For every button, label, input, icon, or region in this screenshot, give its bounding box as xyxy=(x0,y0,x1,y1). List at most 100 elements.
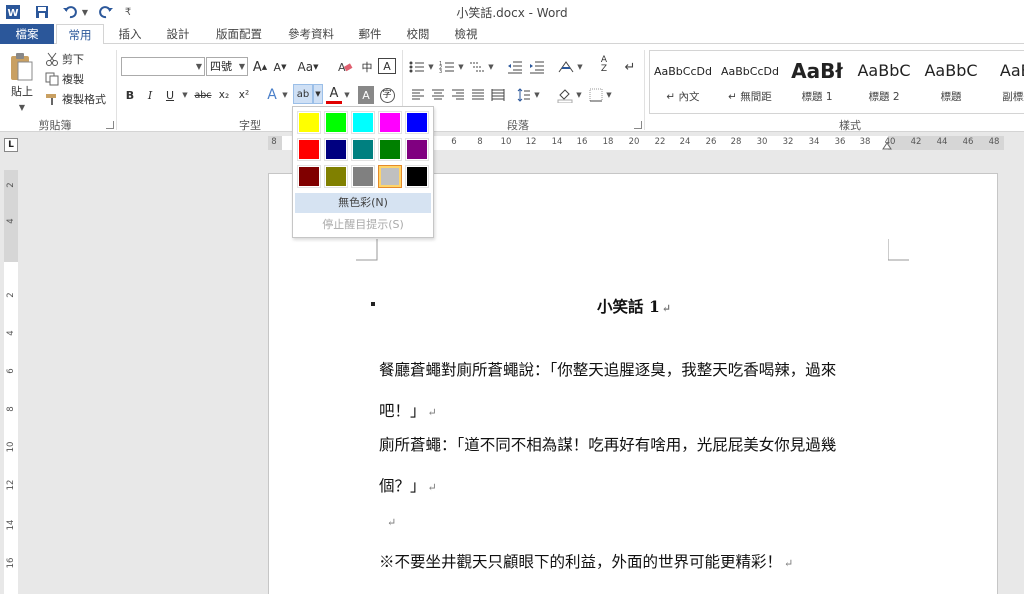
style-subtitle[interactable]: AaBl 副標題 xyxy=(985,51,1024,113)
tab-home[interactable]: 常用 xyxy=(56,24,104,45)
increase-indent-icon[interactable] xyxy=(528,58,546,76)
font-size-field[interactable]: 四號 ▼ xyxy=(206,57,248,76)
paragraph-launcher-icon[interactable] xyxy=(634,121,642,129)
font-size-dropdown-icon[interactable]: ▼ xyxy=(239,58,245,75)
align-center-icon[interactable] xyxy=(430,86,446,104)
borders-dropdown-icon[interactable]: ▼ xyxy=(605,86,613,104)
document-line[interactable]: 廁所蒼蠅：「道不同不相為謀！吃再好有啥用，光屁屁美女你見過幾 xyxy=(379,433,836,455)
clipboard-launcher-icon[interactable] xyxy=(106,121,114,129)
color-swatch-teal[interactable] xyxy=(351,138,375,161)
tab-review[interactable]: 校閱 xyxy=(398,24,438,44)
color-swatch-red[interactable] xyxy=(297,138,321,161)
font-color-dropdown-icon[interactable]: ▼ xyxy=(343,86,351,104)
color-swatch-turquoise[interactable] xyxy=(351,111,375,134)
tab-view[interactable]: 檢視 xyxy=(446,24,486,44)
show-formatting-marks-icon[interactable]: ↵ xyxy=(622,58,638,76)
justify-icon[interactable] xyxy=(470,86,486,104)
copy-button[interactable]: 複製 xyxy=(62,70,88,88)
svg-text:3: 3 xyxy=(439,69,442,74)
color-swatch-yellow[interactable] xyxy=(297,111,321,134)
underline-button[interactable]: U xyxy=(162,86,178,104)
bullets-icon[interactable] xyxy=(408,58,426,76)
document-line[interactable]: 個？」 ↵ xyxy=(379,474,437,496)
cut-button[interactable]: 剪下 xyxy=(62,50,88,68)
tab-mailings[interactable]: 郵件 xyxy=(350,24,390,44)
multilevel-dropdown-icon[interactable]: ▼ xyxy=(487,58,495,76)
asian-layout-icon[interactable] xyxy=(556,58,576,76)
sort-icon[interactable]: AZ xyxy=(596,56,612,74)
color-swatch-black[interactable] xyxy=(405,165,429,188)
bold-button[interactable]: B xyxy=(122,86,138,104)
style-sample: AaBl xyxy=(999,61,1024,80)
tab-references[interactable]: 參考資料 xyxy=(280,24,342,44)
ruler-tick-label: 28 xyxy=(730,137,742,147)
clear-formatting-icon[interactable]: A xyxy=(336,58,354,76)
numbering-icon[interactable]: 123 xyxy=(438,58,456,76)
document-line[interactable]: 吧！」 ↵ xyxy=(379,399,437,421)
color-swatch-blue[interactable] xyxy=(405,111,429,134)
text-effects-button[interactable]: A xyxy=(264,86,280,104)
shading-dropdown-icon[interactable]: ▼ xyxy=(575,86,583,104)
tab-file[interactable]: 檔案 xyxy=(0,24,54,44)
shading-icon[interactable] xyxy=(556,86,574,104)
color-swatch-dark-red[interactable] xyxy=(297,165,321,188)
paste-dropdown-icon[interactable]: ▼ xyxy=(10,98,34,116)
document-line[interactable]: ※不要坐井觀天只顧眼下的利益，外面的世界可能更精彩！ ↵ xyxy=(379,550,793,572)
highlight-dropdown-icon[interactable]: ▼ xyxy=(313,84,323,104)
tab-layout[interactable]: 版面配置 xyxy=(208,24,270,44)
clipboard-group-label: 剪貼簿 xyxy=(38,119,72,132)
tab-selector[interactable]: L xyxy=(4,138,18,152)
style-title[interactable]: AaBbC 標題 xyxy=(918,51,984,113)
asian-layout-dropdown-icon[interactable]: ▼ xyxy=(576,58,584,76)
line-spacing-icon[interactable] xyxy=(516,86,532,104)
format-painter-button[interactable]: 複製格式 xyxy=(62,90,110,108)
font-name-dropdown-icon[interactable]: ▼ xyxy=(196,58,202,75)
grow-font-button[interactable]: A ▲ xyxy=(252,58,268,76)
style-normal[interactable]: AaBbCcDd ↵ 內文 xyxy=(650,51,716,113)
text-effects-dropdown-icon[interactable]: ▼ xyxy=(281,86,289,104)
distributed-icon[interactable] xyxy=(490,86,506,104)
line-spacing-dropdown-icon[interactable]: ▼ xyxy=(533,86,541,104)
phonetic-guide-button[interactable]: 中 xyxy=(358,58,376,76)
stop-highlighting-menu-item[interactable]: 停止醒目提示(S) xyxy=(295,215,431,235)
color-swatch-dark-blue[interactable] xyxy=(324,138,348,161)
align-right-icon[interactable] xyxy=(450,86,466,104)
subscript-button[interactable]: x₂ xyxy=(216,86,232,104)
color-swatch-gray-50[interactable] xyxy=(351,165,375,188)
borders-icon[interactable] xyxy=(588,86,604,104)
color-swatch-gray-25[interactable] xyxy=(378,165,402,188)
document-line[interactable]: 餐廳蒼蠅對廁所蒼蠅說：「你整天追腥逐臭，我整天吃香喝辣，過來 xyxy=(379,358,836,380)
tab-insert[interactable]: 插入 xyxy=(110,24,150,44)
font-color-button[interactable]: A xyxy=(326,86,342,104)
style-heading-2[interactable]: AaBbC 標題 2 xyxy=(851,51,917,113)
character-shading-button[interactable]: A xyxy=(358,86,374,104)
color-swatch-pink[interactable] xyxy=(378,111,402,134)
color-swatch-green[interactable] xyxy=(378,138,402,161)
style-no-spacing[interactable]: AaBbCcDd ↵ 無間距 xyxy=(717,51,783,113)
color-swatch-violet[interactable] xyxy=(405,138,429,161)
right-indent-marker[interactable] xyxy=(882,142,892,150)
enclose-characters-button[interactable]: 字 xyxy=(378,86,396,104)
superscript-button[interactable]: x² xyxy=(236,86,252,104)
change-case-button[interactable]: Aa ▼ xyxy=(296,58,320,76)
decrease-indent-icon[interactable] xyxy=(506,58,524,76)
shrink-font-button[interactable]: A ▼ xyxy=(272,58,288,76)
color-swatch-dark-yellow[interactable] xyxy=(324,165,348,188)
document-heading[interactable]: 小笑話 1 ↵ xyxy=(269,295,999,317)
document-line[interactable]: ↵ xyxy=(385,512,396,530)
italic-button[interactable]: I xyxy=(142,86,158,104)
underline-dropdown-icon[interactable]: ▼ xyxy=(180,86,190,104)
style-heading-1[interactable]: AaBł 標題 1 xyxy=(784,51,850,113)
align-left-icon[interactable] xyxy=(410,86,426,104)
numbering-dropdown-icon[interactable]: ▼ xyxy=(457,58,465,76)
tab-design[interactable]: 設計 xyxy=(158,24,198,44)
no-color-menu-item[interactable]: 無色彩(N) xyxy=(295,193,431,213)
bullets-dropdown-icon[interactable]: ▼ xyxy=(427,58,435,76)
strikethrough-button[interactable]: abc xyxy=(192,86,214,104)
color-swatch-bright-green[interactable] xyxy=(324,111,348,134)
paste-icon[interactable] xyxy=(6,50,36,84)
multilevel-list-icon[interactable] xyxy=(468,58,486,76)
font-name-field[interactable]: ▼ xyxy=(121,57,205,76)
character-border-button[interactable]: A xyxy=(378,58,396,74)
highlight-button[interactable]: ab xyxy=(293,84,313,104)
